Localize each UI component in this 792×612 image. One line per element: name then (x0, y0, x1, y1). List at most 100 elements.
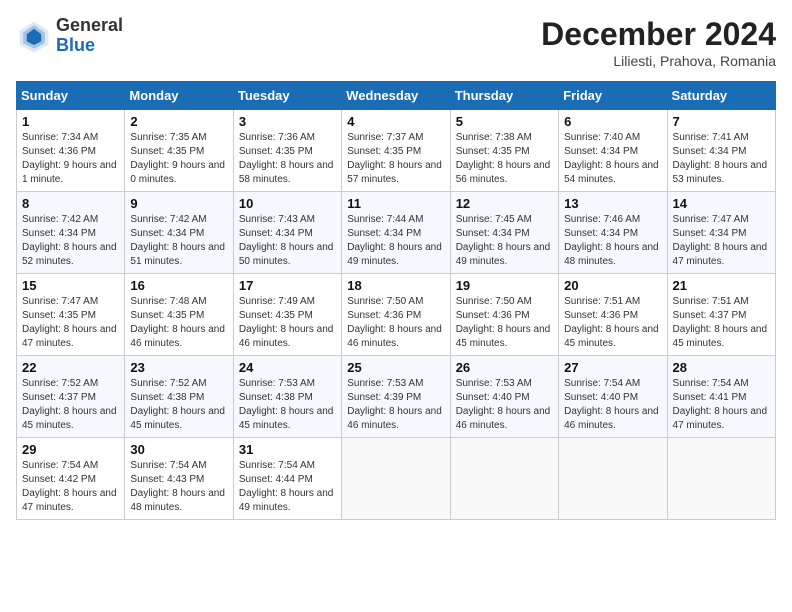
day-number: 31 (239, 442, 336, 457)
day-info: Sunrise: 7:41 AMSunset: 4:34 PMDaylight:… (673, 132, 768, 185)
calendar-cell: 28 Sunrise: 7:54 AMSunset: 4:41 PMDaylig… (667, 356, 775, 438)
day-number: 4 (347, 114, 444, 129)
day-number: 19 (456, 278, 553, 293)
calendar-cell: 3 Sunrise: 7:36 AMSunset: 4:35 PMDayligh… (233, 110, 341, 192)
calendar-cell: 14 Sunrise: 7:47 AMSunset: 4:34 PMDaylig… (667, 192, 775, 274)
calendar-cell (342, 438, 450, 520)
day-number: 18 (347, 278, 444, 293)
day-info: Sunrise: 7:53 AMSunset: 4:39 PMDaylight:… (347, 378, 442, 431)
calendar-cell: 23 Sunrise: 7:52 AMSunset: 4:38 PMDaylig… (125, 356, 233, 438)
calendar-cell: 24 Sunrise: 7:53 AMSunset: 4:38 PMDaylig… (233, 356, 341, 438)
day-number: 8 (22, 196, 119, 211)
calendar-cell: 4 Sunrise: 7:37 AMSunset: 4:35 PMDayligh… (342, 110, 450, 192)
day-number: 20 (564, 278, 661, 293)
day-info: Sunrise: 7:45 AMSunset: 4:34 PMDaylight:… (456, 214, 551, 267)
day-info: Sunrise: 7:54 AMSunset: 4:40 PMDaylight:… (564, 378, 659, 431)
day-info: Sunrise: 7:35 AMSunset: 4:35 PMDaylight:… (130, 132, 225, 185)
day-number: 17 (239, 278, 336, 293)
day-number: 15 (22, 278, 119, 293)
day-number: 3 (239, 114, 336, 129)
calendar-cell: 27 Sunrise: 7:54 AMSunset: 4:40 PMDaylig… (559, 356, 667, 438)
col-tuesday: Tuesday (233, 82, 341, 110)
day-number: 1 (22, 114, 119, 129)
day-number: 29 (22, 442, 119, 457)
calendar-cell: 18 Sunrise: 7:50 AMSunset: 4:36 PMDaylig… (342, 274, 450, 356)
logo-text: General Blue (56, 16, 123, 56)
calendar-week-row: 1 Sunrise: 7:34 AMSunset: 4:36 PMDayligh… (17, 110, 776, 192)
calendar-cell: 11 Sunrise: 7:44 AMSunset: 4:34 PMDaylig… (342, 192, 450, 274)
day-info: Sunrise: 7:53 AMSunset: 4:38 PMDaylight:… (239, 378, 334, 431)
day-info: Sunrise: 7:50 AMSunset: 4:36 PMDaylight:… (347, 296, 442, 349)
calendar-cell: 1 Sunrise: 7:34 AMSunset: 4:36 PMDayligh… (17, 110, 125, 192)
day-info: Sunrise: 7:47 AMSunset: 4:34 PMDaylight:… (673, 214, 768, 267)
day-number: 9 (130, 196, 227, 211)
day-info: Sunrise: 7:40 AMSunset: 4:34 PMDaylight:… (564, 132, 659, 185)
title-block: December 2024 Liliesti, Prahova, Romania (541, 16, 776, 69)
col-friday: Friday (559, 82, 667, 110)
calendar-cell (450, 438, 558, 520)
day-info: Sunrise: 7:42 AMSunset: 4:34 PMDaylight:… (130, 214, 225, 267)
calendar-cell: 5 Sunrise: 7:38 AMSunset: 4:35 PMDayligh… (450, 110, 558, 192)
day-info: Sunrise: 7:38 AMSunset: 4:35 PMDaylight:… (456, 132, 551, 185)
day-number: 6 (564, 114, 661, 129)
day-info: Sunrise: 7:54 AMSunset: 4:44 PMDaylight:… (239, 460, 334, 513)
calendar-cell (667, 438, 775, 520)
calendar-table: Sunday Monday Tuesday Wednesday Thursday… (16, 81, 776, 520)
day-info: Sunrise: 7:50 AMSunset: 4:36 PMDaylight:… (456, 296, 551, 349)
calendar-cell: 6 Sunrise: 7:40 AMSunset: 4:34 PMDayligh… (559, 110, 667, 192)
day-info: Sunrise: 7:43 AMSunset: 4:34 PMDaylight:… (239, 214, 334, 267)
day-info: Sunrise: 7:42 AMSunset: 4:34 PMDaylight:… (22, 214, 117, 267)
calendar-header-row: Sunday Monday Tuesday Wednesday Thursday… (17, 82, 776, 110)
calendar-cell: 13 Sunrise: 7:46 AMSunset: 4:34 PMDaylig… (559, 192, 667, 274)
calendar-cell: 19 Sunrise: 7:50 AMSunset: 4:36 PMDaylig… (450, 274, 558, 356)
calendar-week-row: 15 Sunrise: 7:47 AMSunset: 4:35 PMDaylig… (17, 274, 776, 356)
day-info: Sunrise: 7:51 AMSunset: 4:37 PMDaylight:… (673, 296, 768, 349)
day-number: 26 (456, 360, 553, 375)
calendar-cell: 16 Sunrise: 7:48 AMSunset: 4:35 PMDaylig… (125, 274, 233, 356)
col-thursday: Thursday (450, 82, 558, 110)
day-info: Sunrise: 7:44 AMSunset: 4:34 PMDaylight:… (347, 214, 442, 267)
day-number: 23 (130, 360, 227, 375)
day-info: Sunrise: 7:53 AMSunset: 4:40 PMDaylight:… (456, 378, 551, 431)
calendar-cell: 21 Sunrise: 7:51 AMSunset: 4:37 PMDaylig… (667, 274, 775, 356)
calendar-cell: 10 Sunrise: 7:43 AMSunset: 4:34 PMDaylig… (233, 192, 341, 274)
location: Liliesti, Prahova, Romania (541, 53, 776, 69)
day-info: Sunrise: 7:54 AMSunset: 4:42 PMDaylight:… (22, 460, 117, 513)
day-number: 14 (673, 196, 770, 211)
calendar-week-row: 8 Sunrise: 7:42 AMSunset: 4:34 PMDayligh… (17, 192, 776, 274)
day-number: 27 (564, 360, 661, 375)
calendar-cell: 15 Sunrise: 7:47 AMSunset: 4:35 PMDaylig… (17, 274, 125, 356)
day-number: 5 (456, 114, 553, 129)
calendar-cell: 7 Sunrise: 7:41 AMSunset: 4:34 PMDayligh… (667, 110, 775, 192)
day-number: 16 (130, 278, 227, 293)
day-info: Sunrise: 7:47 AMSunset: 4:35 PMDaylight:… (22, 296, 117, 349)
day-info: Sunrise: 7:52 AMSunset: 4:38 PMDaylight:… (130, 378, 225, 431)
day-number: 22 (22, 360, 119, 375)
calendar-cell: 12 Sunrise: 7:45 AMSunset: 4:34 PMDaylig… (450, 192, 558, 274)
calendar-cell: 30 Sunrise: 7:54 AMSunset: 4:43 PMDaylig… (125, 438, 233, 520)
day-number: 11 (347, 196, 444, 211)
day-number: 13 (564, 196, 661, 211)
col-sunday: Sunday (17, 82, 125, 110)
day-info: Sunrise: 7:37 AMSunset: 4:35 PMDaylight:… (347, 132, 442, 185)
day-info: Sunrise: 7:46 AMSunset: 4:34 PMDaylight:… (564, 214, 659, 267)
day-number: 28 (673, 360, 770, 375)
day-info: Sunrise: 7:48 AMSunset: 4:35 PMDaylight:… (130, 296, 225, 349)
day-info: Sunrise: 7:52 AMSunset: 4:37 PMDaylight:… (22, 378, 117, 431)
day-number: 30 (130, 442, 227, 457)
logo-icon (16, 18, 52, 54)
calendar-cell: 2 Sunrise: 7:35 AMSunset: 4:35 PMDayligh… (125, 110, 233, 192)
calendar-week-row: 29 Sunrise: 7:54 AMSunset: 4:42 PMDaylig… (17, 438, 776, 520)
calendar-cell: 25 Sunrise: 7:53 AMSunset: 4:39 PMDaylig… (342, 356, 450, 438)
month-year: December 2024 (541, 16, 776, 53)
calendar-cell: 17 Sunrise: 7:49 AMSunset: 4:35 PMDaylig… (233, 274, 341, 356)
day-number: 25 (347, 360, 444, 375)
col-wednesday: Wednesday (342, 82, 450, 110)
calendar-cell: 8 Sunrise: 7:42 AMSunset: 4:34 PMDayligh… (17, 192, 125, 274)
calendar-cell: 29 Sunrise: 7:54 AMSunset: 4:42 PMDaylig… (17, 438, 125, 520)
calendar-week-row: 22 Sunrise: 7:52 AMSunset: 4:37 PMDaylig… (17, 356, 776, 438)
day-number: 10 (239, 196, 336, 211)
day-info: Sunrise: 7:36 AMSunset: 4:35 PMDaylight:… (239, 132, 334, 185)
logo: General Blue (16, 16, 123, 56)
day-number: 2 (130, 114, 227, 129)
